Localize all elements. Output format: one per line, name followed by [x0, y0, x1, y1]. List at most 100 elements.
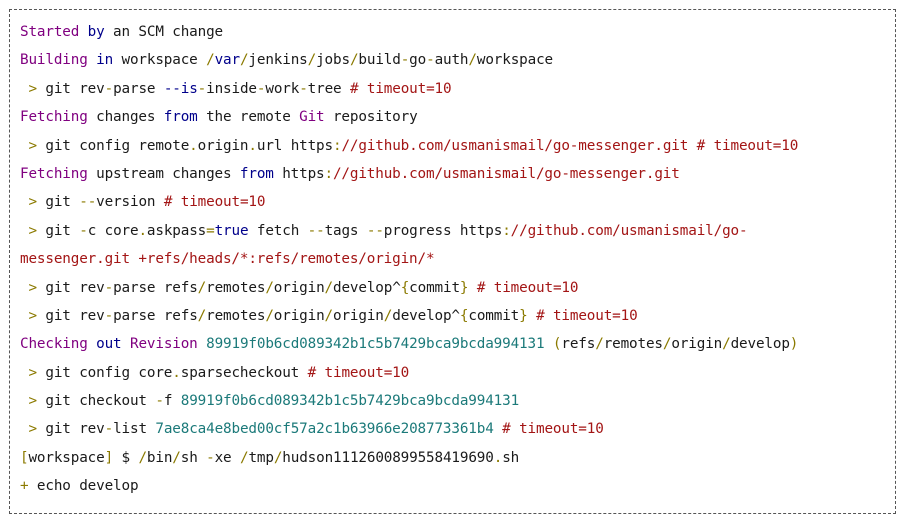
builtin-token: from — [163, 109, 198, 126]
text-token: list — [113, 421, 156, 438]
string-token: # timeout=10 — [536, 307, 638, 324]
text-token: git rev — [36, 279, 105, 296]
console-line: > git rev-parse --is-inside-work-tree # … — [20, 75, 895, 103]
text-token: jenkins — [248, 52, 308, 69]
text-token: progress https — [383, 222, 503, 239]
console-line: > git rev-parse refs/remotes/origin/orig… — [20, 302, 895, 330]
text-token: url https — [256, 137, 333, 154]
string-token: # timeout=10 — [502, 421, 604, 438]
operator-token: . — [189, 137, 198, 154]
text-token: commit — [409, 279, 460, 296]
text-token: origin — [273, 279, 325, 296]
operator-token: -- — [366, 222, 384, 239]
operator-token: > — [28, 393, 37, 410]
text-token: tree — [307, 80, 350, 97]
operator-token: -- — [79, 194, 97, 211]
text-token: bin — [146, 449, 173, 466]
operator-token: { — [400, 279, 410, 296]
text-token: auth — [434, 52, 469, 69]
text-token: https — [273, 165, 325, 182]
operator-token: - — [104, 307, 114, 324]
text-token: workspace — [476, 52, 553, 69]
operator-token: / — [722, 336, 731, 353]
builtin-token: in — [96, 52, 114, 69]
text-token: an SCM change — [104, 24, 223, 40]
operator-token: / — [324, 307, 334, 324]
operator-token: . — [138, 222, 147, 239]
text-token: workspace — [28, 449, 105, 466]
text-token: remotes — [603, 336, 663, 353]
console-line: Fetching changes from the remote Git rep… — [20, 103, 895, 131]
console-line: > git rev-list 7ae8ca4e8bed00cf57a2c1b63… — [20, 415, 895, 443]
string-token: //github.com/usmanismail/go-messenger.gi… — [341, 137, 799, 154]
string-token: # timeout=10 — [476, 279, 579, 296]
console-line: Fetching upstream changes from https://g… — [20, 160, 895, 188]
text-token: hudson1112600899558419690 — [282, 449, 494, 466]
operator-token: - — [206, 449, 215, 466]
text-token: work — [265, 80, 300, 97]
operator-token: / — [197, 307, 207, 324]
operator-token: > — [28, 137, 37, 154]
operator-token: / — [383, 307, 393, 324]
operator-token: . — [493, 449, 503, 466]
hash-token: 89919f0b6cd089342b1c5b7429bca9bcda994131 — [180, 393, 520, 410]
operator-token: -- — [307, 222, 325, 239]
string-token: # timeout=10 — [163, 194, 266, 211]
console-line: > git checkout -f 89919f0b6cd089342b1c5b… — [20, 387, 895, 415]
hash-token: 89919f0b6cd089342b1c5b7429bca9bcda994131 — [206, 336, 545, 353]
operator-token: > — [28, 80, 37, 97]
keyword-token: Checking — [20, 336, 88, 353]
text-token: git rev — [36, 307, 105, 324]
text-token: fetch — [248, 222, 308, 239]
operator-token: - — [400, 52, 410, 69]
keyword-token: Fetching — [20, 109, 88, 126]
keyword-token: Revision — [129, 336, 198, 353]
text-token: sparsecheckout — [180, 364, 308, 381]
console-line: [workspace] $ /bin/sh -xe /tmp/hudson111… — [20, 444, 895, 472]
operator-token: > — [28, 364, 37, 381]
text-token: inside — [206, 80, 257, 97]
operator-token: / — [265, 279, 274, 296]
text-token: git rev — [36, 421, 105, 438]
operator-token: - — [299, 80, 308, 97]
keyword-token: Fetching — [20, 165, 88, 182]
operator-token: / — [265, 307, 274, 324]
operator-token: - — [79, 222, 88, 239]
builtin-token: from — [239, 165, 274, 182]
operator-token: ] — [104, 449, 114, 466]
text-token: git rev — [36, 80, 105, 97]
text-token: origin — [333, 307, 384, 324]
text-token: workspace — [113, 52, 207, 69]
operator-token: / — [307, 52, 317, 69]
text-token: parse refs — [113, 307, 198, 324]
text-token: develop^ — [333, 279, 401, 296]
operator-token: : — [324, 165, 334, 182]
text-token: refs — [561, 336, 596, 353]
operator-token: } — [519, 307, 528, 324]
hash-token: 7ae8ca4e8bed00cf57a2c1b63966e208773361b4 — [155, 421, 494, 438]
operator-token: > — [28, 279, 37, 296]
text-token: commit — [468, 307, 520, 324]
operator-token: - — [104, 279, 114, 296]
operator-token: . — [248, 137, 257, 154]
operator-token: / — [138, 449, 147, 466]
text-token: develop^ — [392, 307, 460, 324]
text-token: git checkout — [36, 393, 156, 410]
text-token: remotes — [206, 307, 266, 324]
console-line: + echo develop — [20, 472, 895, 500]
text-token: tmp — [248, 449, 274, 466]
builtin-token: --is — [163, 80, 198, 97]
operator-token: > — [28, 194, 37, 211]
text-token: go — [409, 52, 427, 69]
keyword-token: Git — [299, 109, 325, 126]
text-token: origin — [273, 307, 325, 324]
text-token: f — [163, 393, 181, 410]
